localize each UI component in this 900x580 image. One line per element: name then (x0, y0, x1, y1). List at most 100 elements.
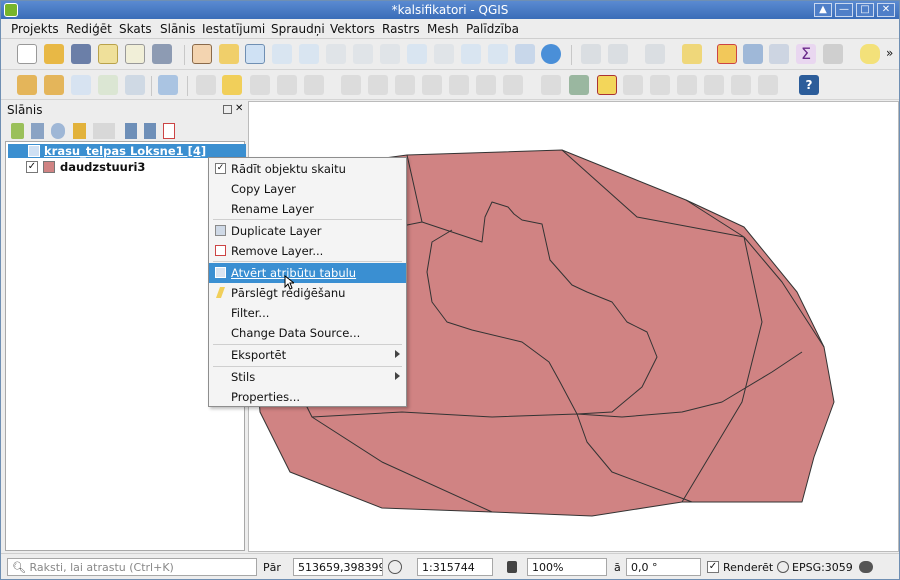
toggle-extents-icon[interactable] (388, 560, 402, 574)
coordinate-field[interactable]: 513659,398399 (293, 558, 383, 576)
menu-vektors[interactable]: Vektors (330, 22, 375, 36)
digitize-icon[interactable] (277, 75, 297, 95)
render-checkbox[interactable]: ✓ (707, 561, 719, 573)
move-label-icon[interactable] (677, 75, 697, 95)
style-manager-icon[interactable] (152, 44, 172, 64)
redo-icon[interactable] (503, 75, 523, 95)
measure-line-icon[interactable] (823, 44, 843, 64)
menu-item-toggle-editing[interactable]: Pārslēgt rediģēšanu (209, 283, 406, 303)
menu-item-open-attribute-table[interactable]: Atvērt atribūtu tabulu (209, 263, 406, 283)
close-button[interactable]: ✕ (877, 3, 895, 17)
menu-item-properties[interactable]: Properties... (209, 387, 406, 407)
zoom-full-icon[interactable] (299, 44, 319, 64)
zoom-next-icon[interactable] (434, 44, 454, 64)
menu-item-remove-layer[interactable]: Remove Layer... (209, 241, 406, 261)
zoom-last-icon[interactable] (407, 44, 427, 64)
menu-paliddziba[interactable]: Palīdzība (466, 22, 519, 36)
add-vector-layer-icon[interactable] (17, 75, 37, 95)
rotation-field[interactable]: 0,0 ° (626, 558, 701, 576)
pin-labels-icon[interactable] (623, 75, 643, 95)
new-project-icon[interactable] (17, 44, 37, 64)
edit-pencil-dim-icon[interactable] (196, 75, 216, 95)
scale-combo[interactable]: 1:315744 (417, 558, 493, 576)
toggle-editing-pencil-icon[interactable] (222, 75, 242, 95)
save-edits-icon[interactable] (250, 75, 270, 95)
manage-visibility-icon[interactable] (51, 123, 65, 139)
layer-visibility-checkbox[interactable]: ✓ (26, 161, 38, 173)
delete-selected-icon[interactable] (368, 75, 388, 95)
maximize-button[interactable]: □ (856, 3, 874, 17)
menu-item-rename-layer[interactable]: Rename Layer (209, 199, 406, 219)
zoom-layer-icon[interactable] (353, 44, 373, 64)
add-group-icon[interactable] (31, 123, 44, 139)
select-by-value-icon[interactable] (682, 44, 702, 64)
filter-legend-icon[interactable] (73, 123, 86, 139)
attribute-table-icon[interactable] (743, 44, 763, 64)
crs-label[interactable]: EPSG:3059 (792, 561, 853, 574)
select-features-icon[interactable] (645, 44, 665, 64)
new-print-layout-icon[interactable] (98, 44, 118, 64)
show-hide-labels-icon[interactable] (650, 75, 670, 95)
menu-mesh[interactable]: Mesh (427, 22, 459, 36)
change-label-icon[interactable] (731, 75, 751, 95)
menu-item-change-data-source[interactable]: Change Data Source... (209, 323, 406, 343)
menu-item-show-feature-count[interactable]: ✓ Rādīt objektu skaitu (209, 159, 406, 179)
float-panel-icon[interactable] (223, 105, 232, 114)
menu-item-duplicate-layer[interactable]: Duplicate Layer (209, 221, 406, 241)
menu-spraudni[interactable]: Spraudņi (271, 22, 325, 36)
menu-skats[interactable]: Skats (119, 22, 152, 36)
remove-layer-toolbar-icon[interactable] (163, 123, 175, 139)
keep-above-button[interactable]: ▲ (814, 3, 832, 17)
style-panel-icon[interactable] (11, 123, 24, 139)
pan-to-selection-icon[interactable] (219, 44, 239, 64)
add-delimited-text-icon[interactable] (71, 75, 91, 95)
add-wms-icon[interactable] (125, 75, 145, 95)
layer-item-krasu-telpas[interactable]: krasu_telpas Loksne1 [4] (8, 144, 246, 158)
close-panel-icon[interactable]: ✕ (235, 103, 243, 114)
zoom-selection-icon[interactable] (326, 44, 346, 64)
minimize-button[interactable]: — (835, 3, 853, 17)
open-project-icon[interactable] (44, 44, 64, 64)
temporal-controller-icon[interactable] (488, 44, 508, 64)
zoom-in-icon[interactable] (245, 44, 265, 64)
label-properties-icon[interactable] (758, 75, 778, 95)
new-map-view-icon[interactable] (461, 44, 481, 64)
messages-icon[interactable] (859, 561, 873, 573)
menu-rastrs[interactable]: Rastrs (382, 22, 420, 36)
rotate-label-icon[interactable] (704, 75, 724, 95)
actions-icon[interactable] (608, 44, 628, 64)
undo-icon[interactable] (476, 75, 496, 95)
cut-features-icon[interactable] (395, 75, 415, 95)
expand-all-icon[interactable] (125, 123, 137, 139)
menu-item-filter[interactable]: Filter... (209, 303, 406, 323)
lock-scale-icon[interactable] (507, 561, 517, 573)
magnifier-field[interactable]: 100% (527, 558, 607, 576)
add-raster-layer-icon[interactable] (44, 75, 64, 95)
statistics-sigma-icon[interactable]: Σ (796, 44, 816, 64)
menu-item-copy-layer[interactable]: Copy Layer (209, 179, 406, 199)
field-calculator-icon[interactable] (769, 44, 789, 64)
menu-item-export[interactable]: Eksportēt (209, 345, 406, 365)
current-edits-icon[interactable] (158, 75, 178, 95)
layer-labeling-icon[interactable] (597, 75, 617, 95)
menu-rediget[interactable]: Rediģēt (66, 22, 112, 36)
deselect-icon[interactable] (717, 44, 737, 64)
identify-features-icon[interactable] (581, 44, 601, 64)
refresh-icon[interactable] (541, 44, 561, 64)
menu-item-style[interactable]: Stils (209, 367, 406, 387)
label-toolbar-icon[interactable] (569, 75, 589, 95)
zoom-out-icon[interactable] (272, 44, 292, 64)
collapse-all-icon[interactable] (144, 123, 156, 139)
save-project-icon[interactable] (71, 44, 91, 64)
toolbar-overflow-icon[interactable]: » (886, 46, 893, 60)
label-tool-icon[interactable] (541, 75, 561, 95)
map-tips-icon[interactable] (860, 44, 880, 64)
spatial-bookmark-icon[interactable] (515, 44, 535, 64)
help-icon[interactable]: ? (799, 75, 819, 95)
paste-features-icon[interactable] (449, 75, 469, 95)
zoom-native-icon[interactable] (380, 44, 400, 64)
crs-globe-icon[interactable] (777, 561, 789, 573)
filter-expression-icon[interactable] (93, 123, 115, 139)
menu-iestatijumi[interactable]: Iestatījumi (202, 22, 265, 36)
menu-slanis[interactable]: Slānis (160, 22, 196, 36)
